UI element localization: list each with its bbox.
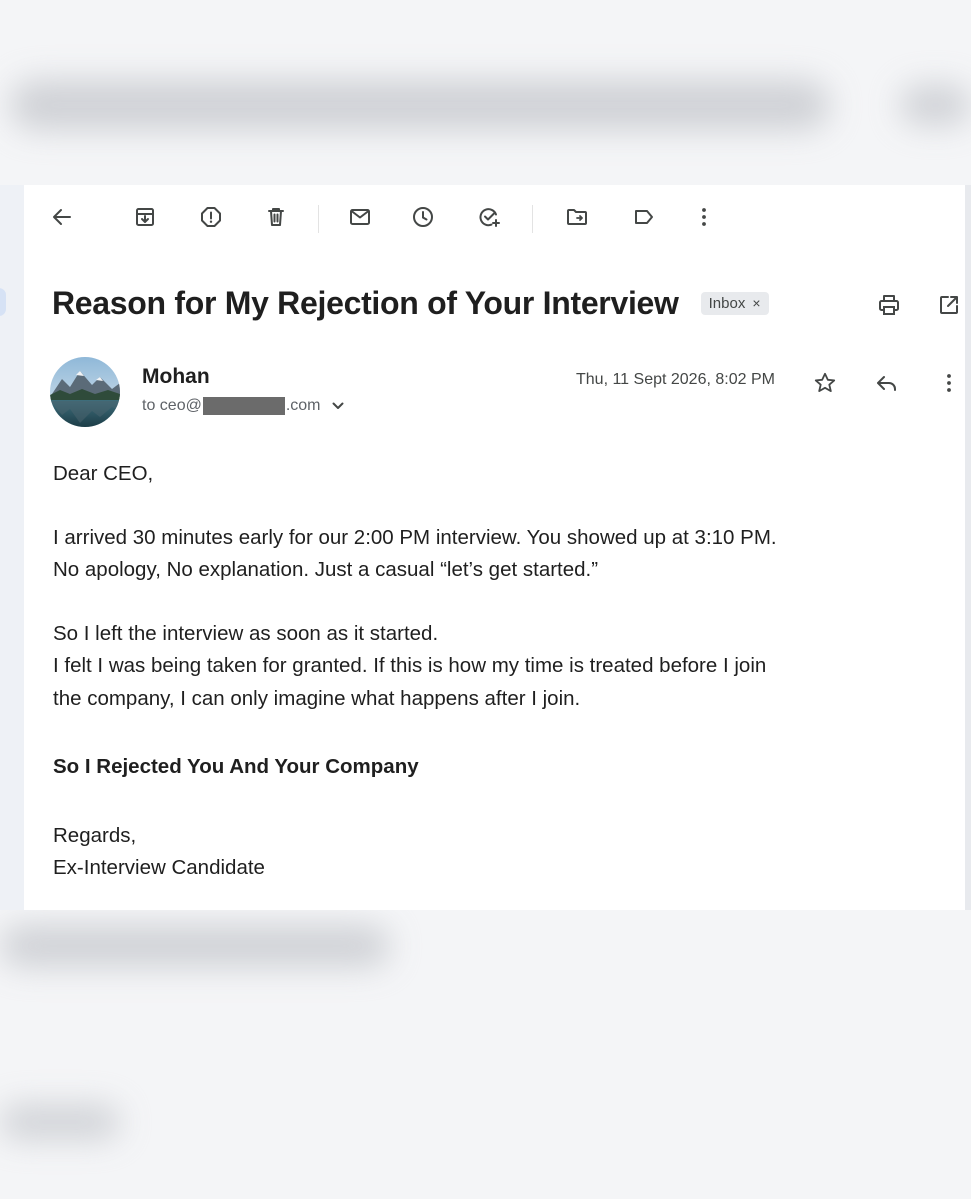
archive-button[interactable] bbox=[129, 201, 161, 233]
window-edge bbox=[965, 185, 971, 910]
message-more-options-button[interactable] bbox=[934, 368, 964, 398]
blurred-text-band bbox=[0, 1105, 120, 1139]
subject-row: Reason for My Rejection of Your Intervie… bbox=[52, 281, 769, 325]
mark-unread-icon bbox=[350, 209, 370, 225]
delete-icon bbox=[268, 208, 284, 226]
star-icon bbox=[814, 372, 836, 392]
recipient-line: to ceo@ .com bbox=[142, 397, 345, 415]
reply-icon bbox=[877, 376, 896, 391]
remove-label-icon[interactable]: × bbox=[752, 295, 760, 311]
body-line: I felt I was being taken for granted. If… bbox=[53, 654, 767, 677]
show-details-button[interactable] bbox=[331, 399, 345, 413]
chevron-down-icon bbox=[332, 402, 343, 409]
blurred-text-band bbox=[900, 85, 971, 125]
body-line: So I left the interview as soon as it st… bbox=[53, 621, 439, 645]
sidebar-indicator bbox=[0, 288, 6, 316]
snooze-icon bbox=[413, 207, 433, 227]
recipient-suffix: .com bbox=[285, 397, 321, 414]
more-vert-icon bbox=[702, 208, 706, 226]
inbox-label-chip[interactable]: Inbox × bbox=[700, 291, 769, 315]
label-icon bbox=[635, 210, 653, 224]
mountain-lake-avatar-image bbox=[50, 357, 120, 427]
print-button[interactable] bbox=[874, 290, 904, 320]
blurred-text-band bbox=[0, 925, 390, 967]
mark-unread-button[interactable] bbox=[344, 201, 376, 233]
move-to-icon bbox=[567, 209, 587, 225]
body-line: the company, I can only imagine what hap… bbox=[53, 686, 581, 710]
add-task-icon bbox=[479, 208, 500, 227]
sender-avatar[interactable] bbox=[50, 357, 120, 427]
blurred-text-band bbox=[10, 80, 830, 130]
delete-button[interactable] bbox=[260, 201, 292, 233]
greeting: Dear CEO, bbox=[53, 462, 154, 485]
more-vert-icon bbox=[947, 374, 951, 392]
label-text: Inbox bbox=[708, 294, 746, 312]
signoff: Regards, bbox=[53, 823, 137, 847]
email-date: Thu, 11 Sept 2026, 8:02 PM bbox=[576, 371, 775, 388]
emphasis-line: So I Rejected You And Your Company bbox=[53, 755, 419, 778]
toolbar-divider bbox=[318, 205, 319, 233]
signature: Ex-Interview Candidate bbox=[53, 856, 265, 879]
add-task-button[interactable] bbox=[473, 201, 505, 233]
open-in-new-window-button[interactable] bbox=[934, 290, 964, 320]
body-line: I arrived 30 minutes early for our 2:00 … bbox=[53, 525, 777, 549]
more-options-button[interactable] bbox=[688, 201, 720, 233]
open-in-new-icon bbox=[940, 296, 958, 314]
back-button[interactable] bbox=[46, 201, 78, 233]
snooze-button[interactable] bbox=[407, 201, 439, 233]
email-view: Reason for My Rejection of Your Intervie… bbox=[24, 185, 965, 910]
move-to-button[interactable] bbox=[561, 201, 593, 233]
archive-icon bbox=[136, 208, 154, 226]
star-button[interactable] bbox=[810, 368, 840, 398]
email-toolbar bbox=[24, 185, 965, 249]
body-line: No apology, No explanation. Just a casua… bbox=[53, 558, 599, 581]
report-spam-button[interactable] bbox=[195, 201, 227, 233]
recipient-prefix: to ceo@ bbox=[142, 397, 202, 414]
report-spam-icon bbox=[201, 207, 221, 227]
print-icon bbox=[879, 295, 899, 315]
redacted-domain bbox=[202, 397, 285, 415]
reply-button[interactable] bbox=[872, 368, 902, 398]
toolbar-divider bbox=[532, 205, 533, 233]
email-body: Dear CEO, I arrived 30 minutes early for… bbox=[53, 458, 933, 885]
label-button[interactable] bbox=[628, 201, 660, 233]
back-arrow-icon bbox=[53, 209, 71, 225]
email-subject: Reason for My Rejection of Your Intervie… bbox=[52, 284, 679, 321]
sender-name[interactable]: Mohan bbox=[142, 365, 210, 389]
